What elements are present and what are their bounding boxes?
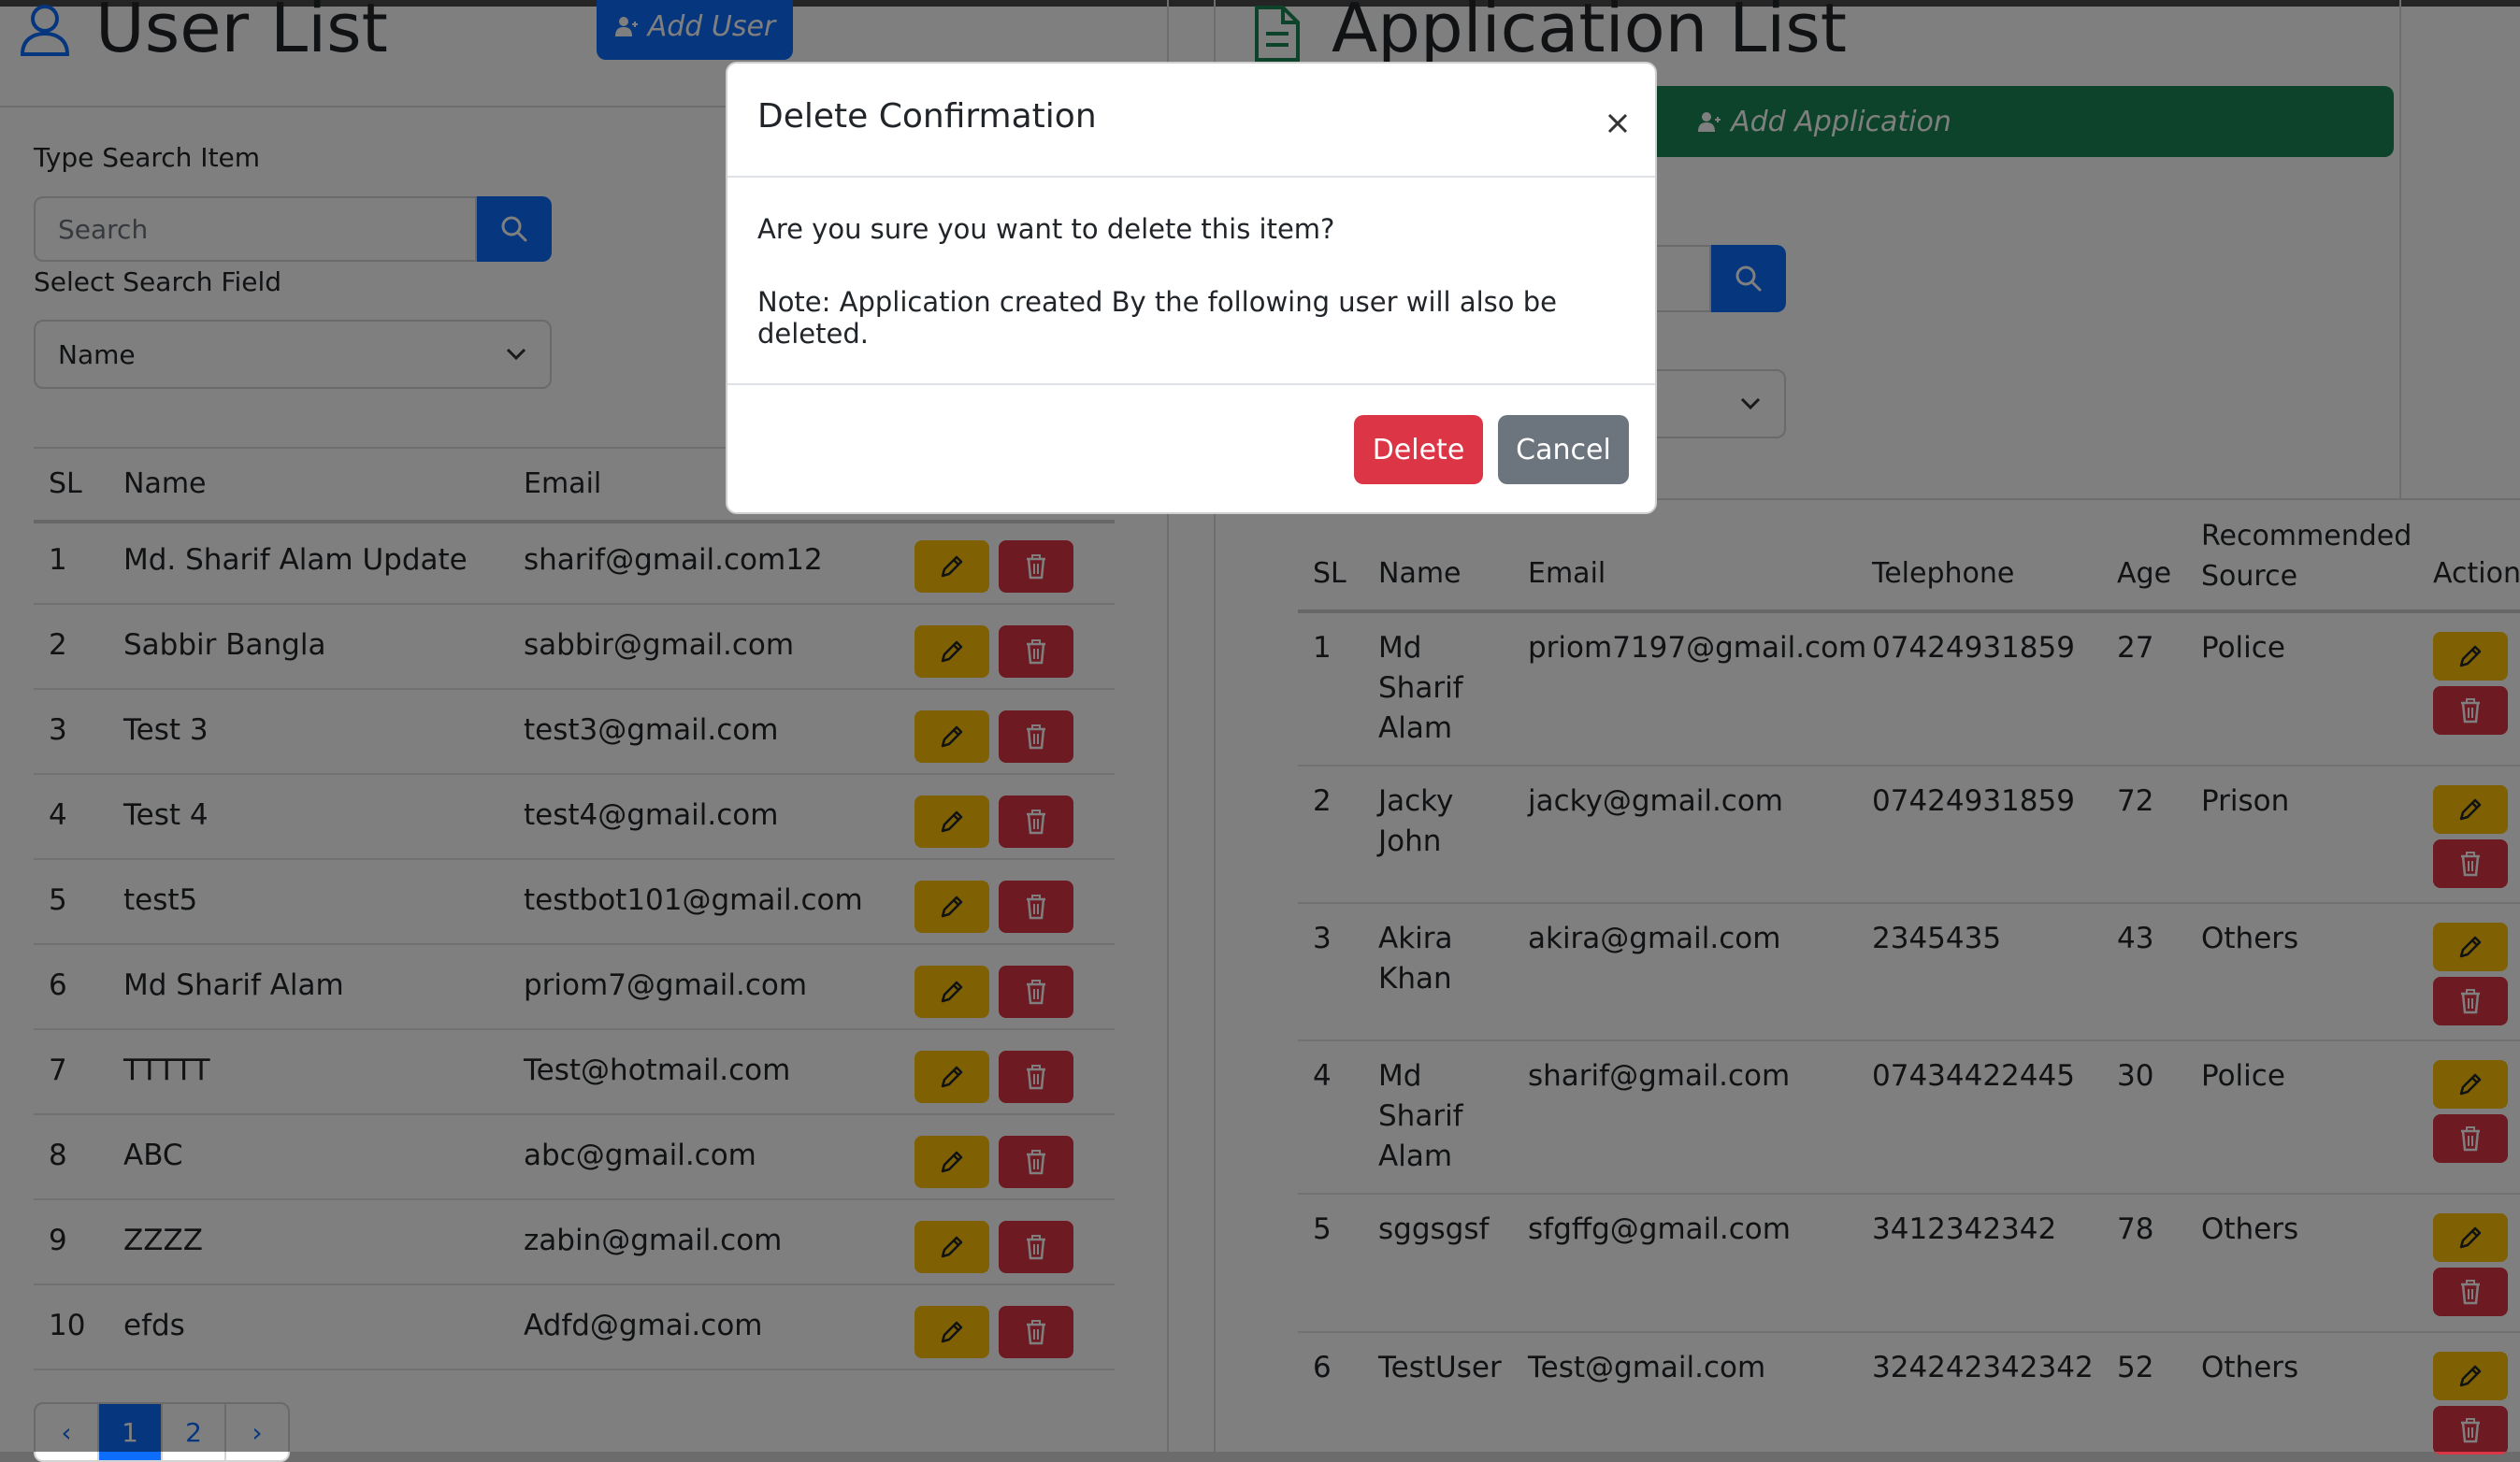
close-button[interactable] — [1599, 105, 1636, 142]
page: User List Add User Type Search Item Sear… — [0, 0, 2520, 1462]
modal-note: Note: Application created By the followi… — [757, 286, 1557, 350]
cancel-button[interactable]: Cancel — [1498, 415, 1629, 484]
modal-footer-divider — [727, 383, 1655, 385]
delete-button[interactable]: Delete — [1354, 415, 1483, 484]
modal-header-divider — [727, 176, 1655, 178]
close-icon — [1607, 113, 1628, 134]
modal-message: Are you sure you want to delete this ite… — [757, 213, 1335, 245]
delete-confirmation-modal: Delete Confirmation Are you sure you wan… — [726, 62, 1657, 514]
modal-title: Delete Confirmation — [757, 97, 1097, 136]
